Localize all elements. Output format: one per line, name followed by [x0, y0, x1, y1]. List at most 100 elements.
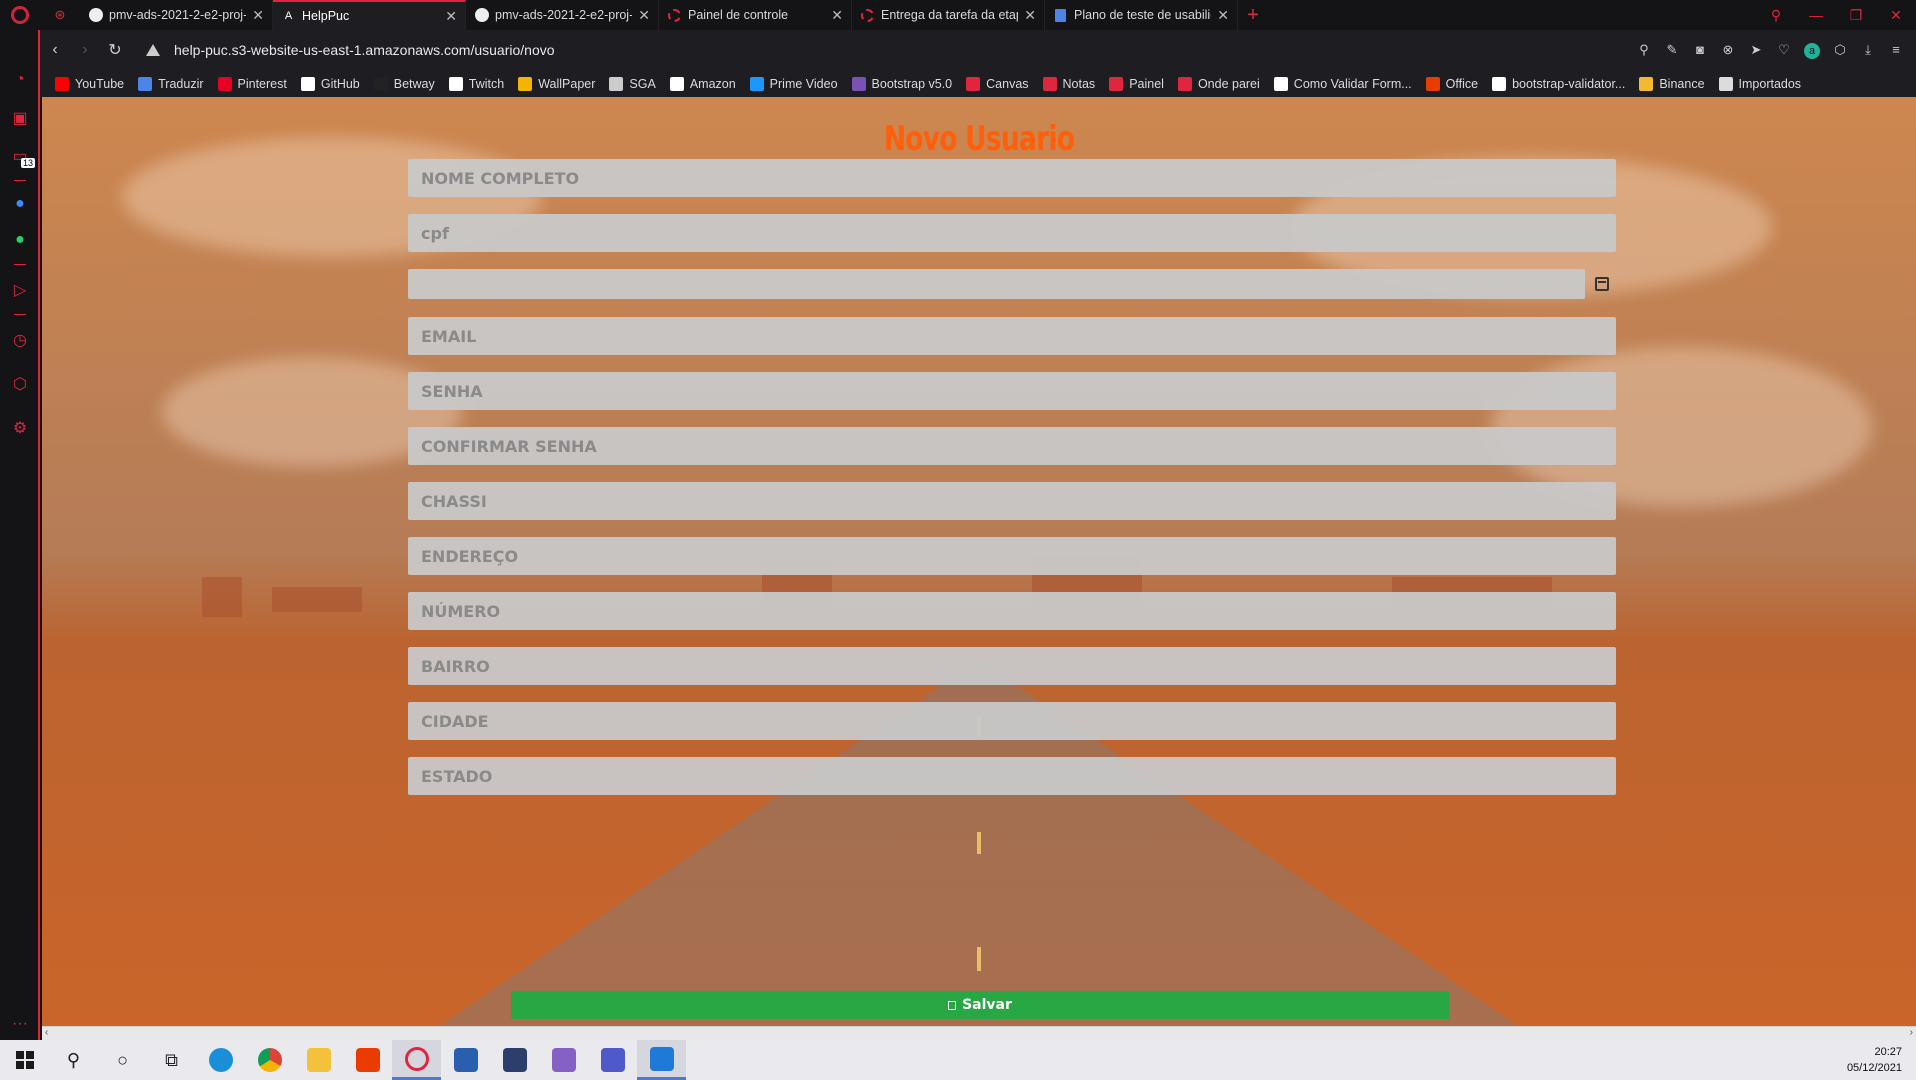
tab-github-2[interactable]: pmv-ads-2021-2-e2-proj-i ✕	[466, 0, 659, 30]
chrome-icon[interactable]	[245, 1040, 294, 1080]
bag-icon[interactable]: ▣	[0, 104, 40, 132]
ssms-icon[interactable]	[490, 1040, 539, 1080]
bookmark-amazon[interactable]: Amazon	[669, 76, 736, 91]
photos-icon[interactable]	[637, 1040, 686, 1080]
adblock-icon[interactable]: ⊗	[1720, 42, 1736, 59]
tab-entrega[interactable]: Entrega da tarefa da etapa ✕	[852, 0, 1045, 30]
vscode-download-icon[interactable]	[441, 1040, 490, 1080]
visual-studio-icon[interactable]	[539, 1040, 588, 1080]
bookmark-favicon-icon	[609, 76, 624, 91]
more-icon[interactable]: ···	[0, 1010, 40, 1038]
box-icon[interactable]: ⬡	[0, 370, 40, 398]
history-icon[interactable]: ◷	[0, 326, 40, 354]
messenger-icon[interactable]: ●	[0, 190, 40, 218]
bookmark-bootstrap-v5-0[interactable]: Bootstrap v5.0	[851, 76, 953, 91]
scroll-left-icon[interactable]: ‹	[45, 1027, 48, 1038]
bookmark-bootstrap-validator[interactable]: bootstrap-validator...	[1492, 76, 1625, 91]
close-tab-icon[interactable]: ✕	[638, 7, 650, 24]
scroll-right-icon[interactable]: ›	[1910, 1027, 1913, 1038]
player-icon[interactable]: ▷	[0, 276, 40, 304]
maximize-icon[interactable]: ❐	[1836, 0, 1876, 30]
bookmark-como-validar-form[interactable]: Como Validar Form...	[1273, 76, 1412, 91]
settings-gear-icon[interactable]: ⚙	[0, 414, 40, 442]
confirmar-senha-field[interactable]	[408, 427, 1616, 465]
new-tab-button[interactable]: +	[1238, 0, 1268, 30]
numero-field[interactable]	[408, 592, 1616, 630]
search-icon[interactable]: ⚲	[49, 1040, 98, 1080]
heart-icon[interactable]: ♡	[1776, 42, 1792, 59]
bookmark-painel[interactable]: Painel	[1109, 76, 1164, 91]
cube-icon[interactable]: ⬡	[1832, 42, 1848, 59]
page-title: Novo Usuario	[883, 119, 1075, 159]
gx-control-icon[interactable]: ⊛	[40, 0, 80, 30]
close-tab-icon[interactable]: ✕	[831, 7, 843, 24]
bookmark-wallpaper[interactable]: WallPaper	[518, 76, 595, 91]
menu-icon[interactable]: ≡	[1888, 42, 1904, 59]
opera-gx-icon[interactable]	[392, 1040, 441, 1080]
endereco-field[interactable]	[408, 537, 1616, 575]
close-tab-icon[interactable]: ✕	[1217, 7, 1229, 24]
bookmark-traduzir[interactable]: Traduzir	[138, 76, 204, 91]
bookmark-label: Bootstrap v5.0	[871, 76, 953, 91]
cidade-field[interactable]	[408, 702, 1616, 740]
minimize-icon[interactable]: —	[1796, 0, 1836, 30]
bookmarks-bar: YouTube Traduzir Pinterest GitHub Betway Twit…	[40, 70, 1916, 97]
close-tab-icon[interactable]: ✕	[1024, 7, 1036, 24]
file-explorer-icon[interactable]	[294, 1040, 343, 1080]
edge-icon[interactable]	[196, 1040, 245, 1080]
bookmark-favicon-icon	[55, 76, 69, 91]
close-tab-icon[interactable]: ✕	[445, 8, 457, 25]
edit-icon[interactable]: ✎	[1664, 42, 1680, 59]
bookmark-notas[interactable]: Notas	[1042, 76, 1095, 91]
speed-dial-icon[interactable]: ◔	[0, 66, 40, 94]
bookmark-twitch[interactable]: Twitch	[448, 76, 504, 91]
email-field[interactable]	[408, 317, 1616, 355]
estado-field[interactable]	[408, 757, 1616, 795]
search-icon[interactable]: ⚲	[1636, 42, 1652, 59]
send-icon[interactable]: ➤	[1748, 42, 1764, 59]
chassi-field[interactable]	[408, 482, 1616, 520]
bookmark-binance[interactable]: Binance	[1639, 76, 1705, 91]
cpf-field[interactable]	[408, 214, 1616, 252]
office-icon[interactable]	[343, 1040, 392, 1080]
horizontal-scrollbar[interactable]: ‹ ›	[42, 1026, 1916, 1040]
bookmark-office[interactable]: Office	[1425, 76, 1478, 91]
camera-icon[interactable]: ◙	[1692, 42, 1708, 59]
bookmark-github[interactable]: GitHub	[300, 76, 360, 91]
bookmark-pinterest[interactable]: Pinterest	[217, 76, 287, 91]
cortana-icon[interactable]: ○	[98, 1040, 147, 1080]
save-button[interactable]: Salvar	[511, 991, 1449, 1019]
extension-icon[interactable]: a	[1804, 42, 1820, 59]
bookmark-importados[interactable]: Importados	[1718, 76, 1801, 91]
tab-github-1[interactable]: pmv-ads-2021-2-e2-proj-i ✕	[80, 0, 273, 30]
senha-field[interactable]	[408, 372, 1616, 410]
bookmark-onde-parei[interactable]: Onde parei	[1177, 76, 1260, 91]
close-window-icon[interactable]: ✕	[1876, 0, 1916, 30]
not-secure-warning-icon[interactable]	[146, 44, 160, 56]
forward-icon[interactable]: ›	[70, 41, 100, 59]
download-icon[interactable]: ⤓	[1860, 42, 1876, 59]
close-tab-icon[interactable]: ✕	[252, 7, 264, 24]
url-field[interactable]: help-puc.s3-website-us-east-1.amazonaws.…	[174, 42, 1636, 58]
start-button[interactable]	[0, 1040, 49, 1080]
bookmark-canvas[interactable]: Canvas	[966, 76, 1029, 91]
date-field[interactable]	[408, 269, 1585, 299]
search-tabs-icon[interactable]: ⚲	[1756, 0, 1796, 30]
back-icon[interactable]: ‹	[40, 41, 70, 59]
teams-icon[interactable]	[588, 1040, 637, 1080]
reload-icon[interactable]: ↻	[100, 40, 130, 60]
nome-field[interactable]	[408, 159, 1616, 197]
calendar-icon[interactable]	[1595, 277, 1609, 291]
whatsapp-icon[interactable]: ●	[0, 226, 40, 254]
bookmark-youtube[interactable]: YouTube	[55, 76, 124, 91]
task-view-icon[interactable]: ⧉	[147, 1040, 196, 1080]
bookmark-sga[interactable]: SGA	[609, 76, 656, 91]
bairro-field[interactable]	[408, 647, 1616, 685]
bookmark-prime-video[interactable]: Prime Video	[749, 76, 838, 91]
bookmark-betway[interactable]: Betway	[373, 76, 435, 91]
tab-painel[interactable]: Painel de controle ✕	[659, 0, 852, 30]
opera-menu-button[interactable]	[0, 0, 40, 30]
tab-plano[interactable]: Plano de teste de usabilida ✕	[1045, 0, 1238, 30]
system-clock[interactable]: 20:27 05/12/2021	[1847, 1044, 1902, 1076]
tab-helppuc[interactable]: A HelpPuc ✕	[273, 0, 466, 30]
